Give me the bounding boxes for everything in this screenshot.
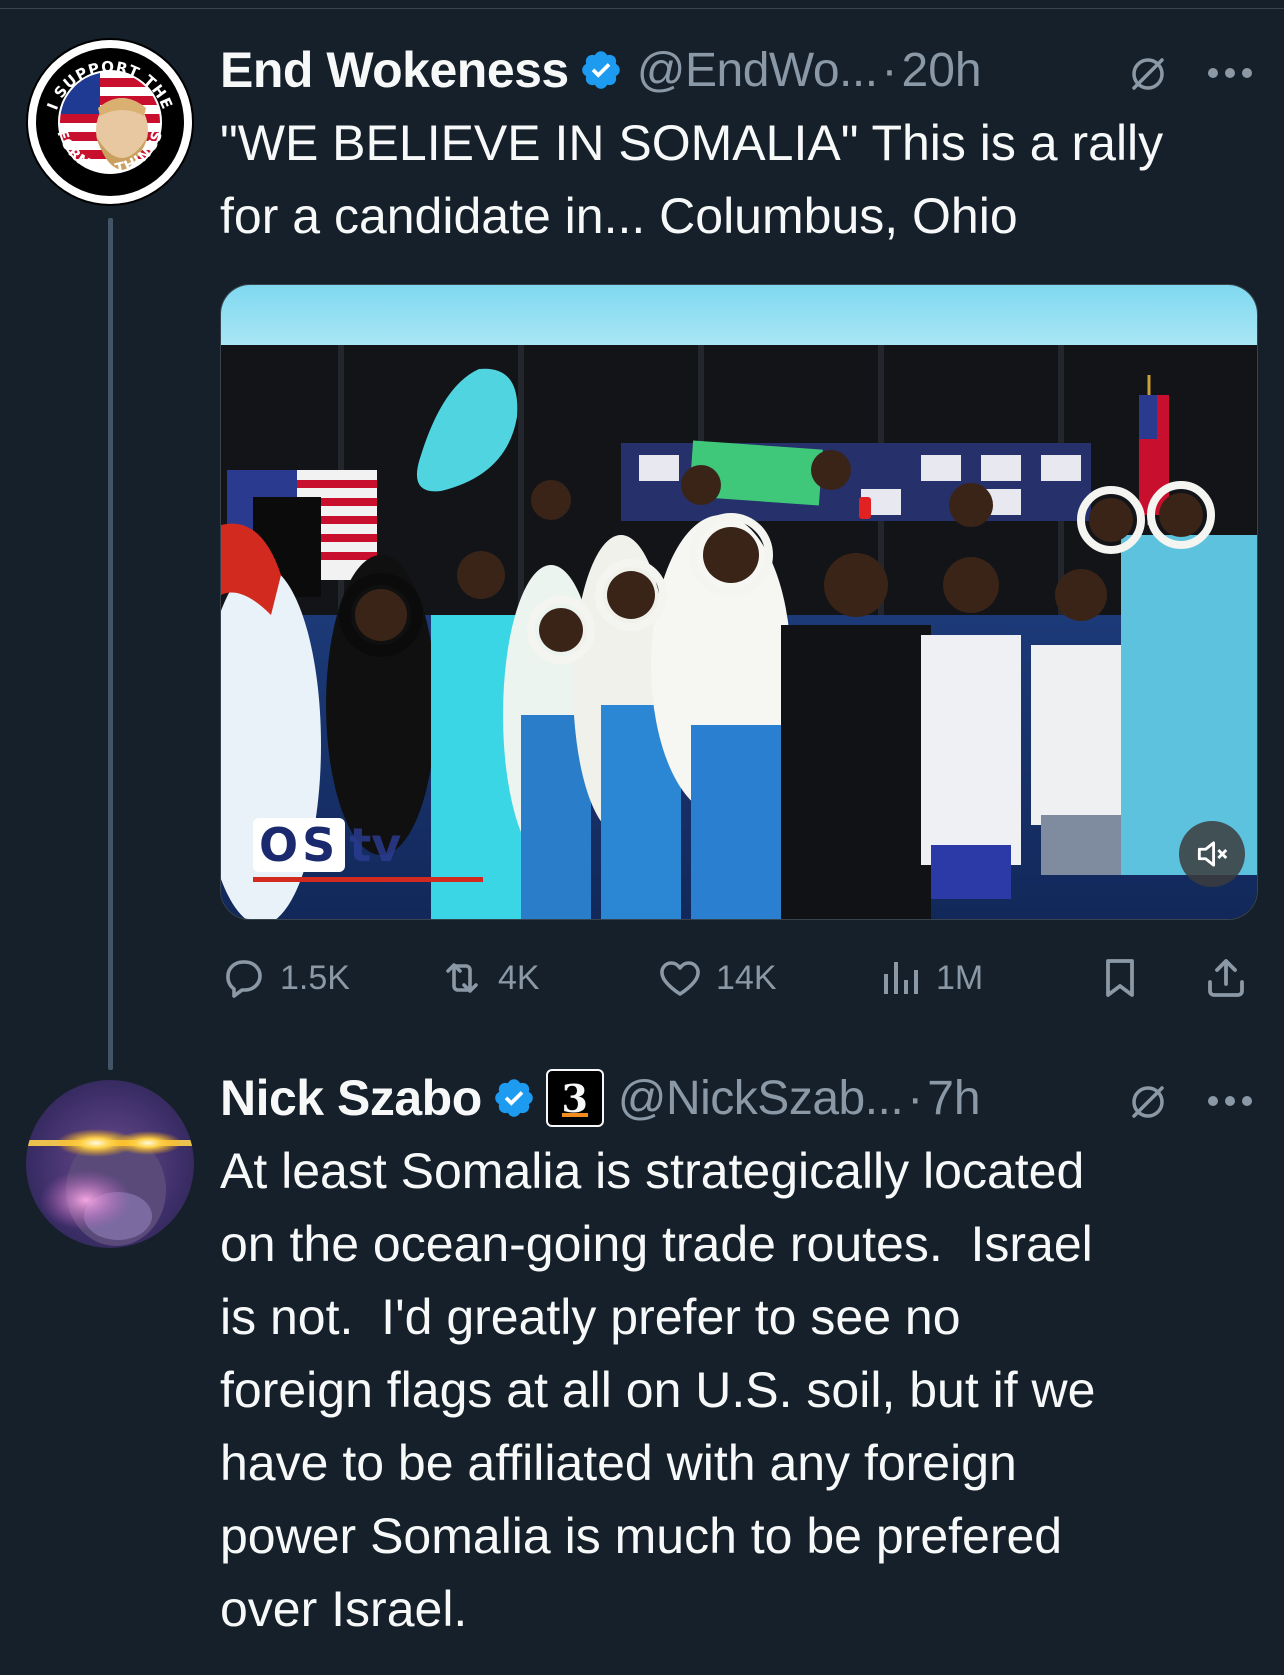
speaker-muted-icon — [1197, 841, 1228, 867]
thread-line — [108, 218, 113, 1070]
display-name[interactable]: Nick Szabo — [220, 1069, 482, 1127]
like-count: 14K — [716, 958, 777, 997]
video-player[interactable]: OS tv — [220, 284, 1258, 920]
mute-button[interactable] — [1179, 821, 1245, 887]
reply-count: 1.5K — [280, 958, 350, 997]
handle[interactable]: @NickSzab... — [618, 1071, 904, 1126]
grok-icon[interactable] — [1128, 1082, 1168, 1122]
tweet-text: At least Somalia is strategically locate… — [220, 1143, 1096, 1637]
separator-dot: · — [907, 1071, 924, 1125]
tweet-end-wokeness[interactable]: I SUPPORT THE FORMER THINGS End Wokeness… — [0, 0, 1284, 1070]
avatar-badge-image: I SUPPORT THE FORMER THINGS — [28, 40, 192, 204]
share-icon — [1208, 959, 1244, 997]
repost-button[interactable]: 4K — [438, 950, 540, 1006]
more-options-icon[interactable] — [1205, 1094, 1255, 1108]
repost-icon — [446, 963, 478, 993]
more-options-icon[interactable] — [1205, 66, 1255, 80]
tweet-nick-szabo[interactable]: Nick Szabo 3 @NickSzab... · 7h At least … — [0, 1060, 1284, 1675]
separator-dot: · — [881, 43, 898, 97]
like-button[interactable]: 14K — [656, 950, 777, 1006]
bookmark-icon — [1106, 959, 1134, 997]
affiliate-badge[interactable]: 3 — [545, 1069, 604, 1127]
heart-icon — [660, 961, 700, 996]
reply-button[interactable]: 1.5K — [220, 950, 350, 1006]
affiliate-badge-underline — [561, 1113, 588, 1117]
views-chart-icon — [884, 962, 918, 994]
verified-badge-icon[interactable] — [492, 1076, 536, 1120]
reply-icon — [226, 960, 262, 998]
handle[interactable]: @EndWo... — [637, 43, 878, 98]
avatar[interactable]: I SUPPORT THE FORMER THINGS — [26, 38, 194, 206]
watermark-box: OS — [253, 818, 346, 872]
view-count: 1M — [936, 958, 984, 997]
verified-badge-icon[interactable] — [579, 48, 623, 92]
timestamp[interactable]: 7h — [927, 1071, 980, 1126]
repost-count: 4K — [498, 958, 540, 997]
avatar[interactable] — [26, 1080, 194, 1248]
watermark-redline — [253, 877, 483, 882]
tweet-header: Nick Szabo 3 @NickSzab... · 7h — [220, 1068, 981, 1128]
video-watermark: OS tv — [253, 815, 401, 875]
tweet-text: "WE BELIEVE IN SOMALIA" This is a rally … — [220, 115, 1164, 244]
tweet-header: End Wokeness @EndWo... · 20h — [220, 40, 982, 100]
timestamp[interactable]: 20h — [902, 43, 982, 98]
watermark-suffix: tv — [349, 818, 402, 872]
share-button[interactable] — [1202, 950, 1250, 1006]
bookmark-button[interactable] — [1096, 950, 1144, 1006]
display-name[interactable]: End Wokeness — [220, 41, 569, 99]
tweet-actions: 1.5K 4K 14K 1M — [220, 950, 1260, 1006]
views-button[interactable]: 1M — [876, 950, 983, 1006]
timeline: I SUPPORT THE FORMER THINGS End Wokeness… — [0, 0, 1284, 1675]
avatar-laser-eyes-image — [26, 1080, 194, 1248]
grok-icon[interactable] — [1128, 54, 1168, 94]
